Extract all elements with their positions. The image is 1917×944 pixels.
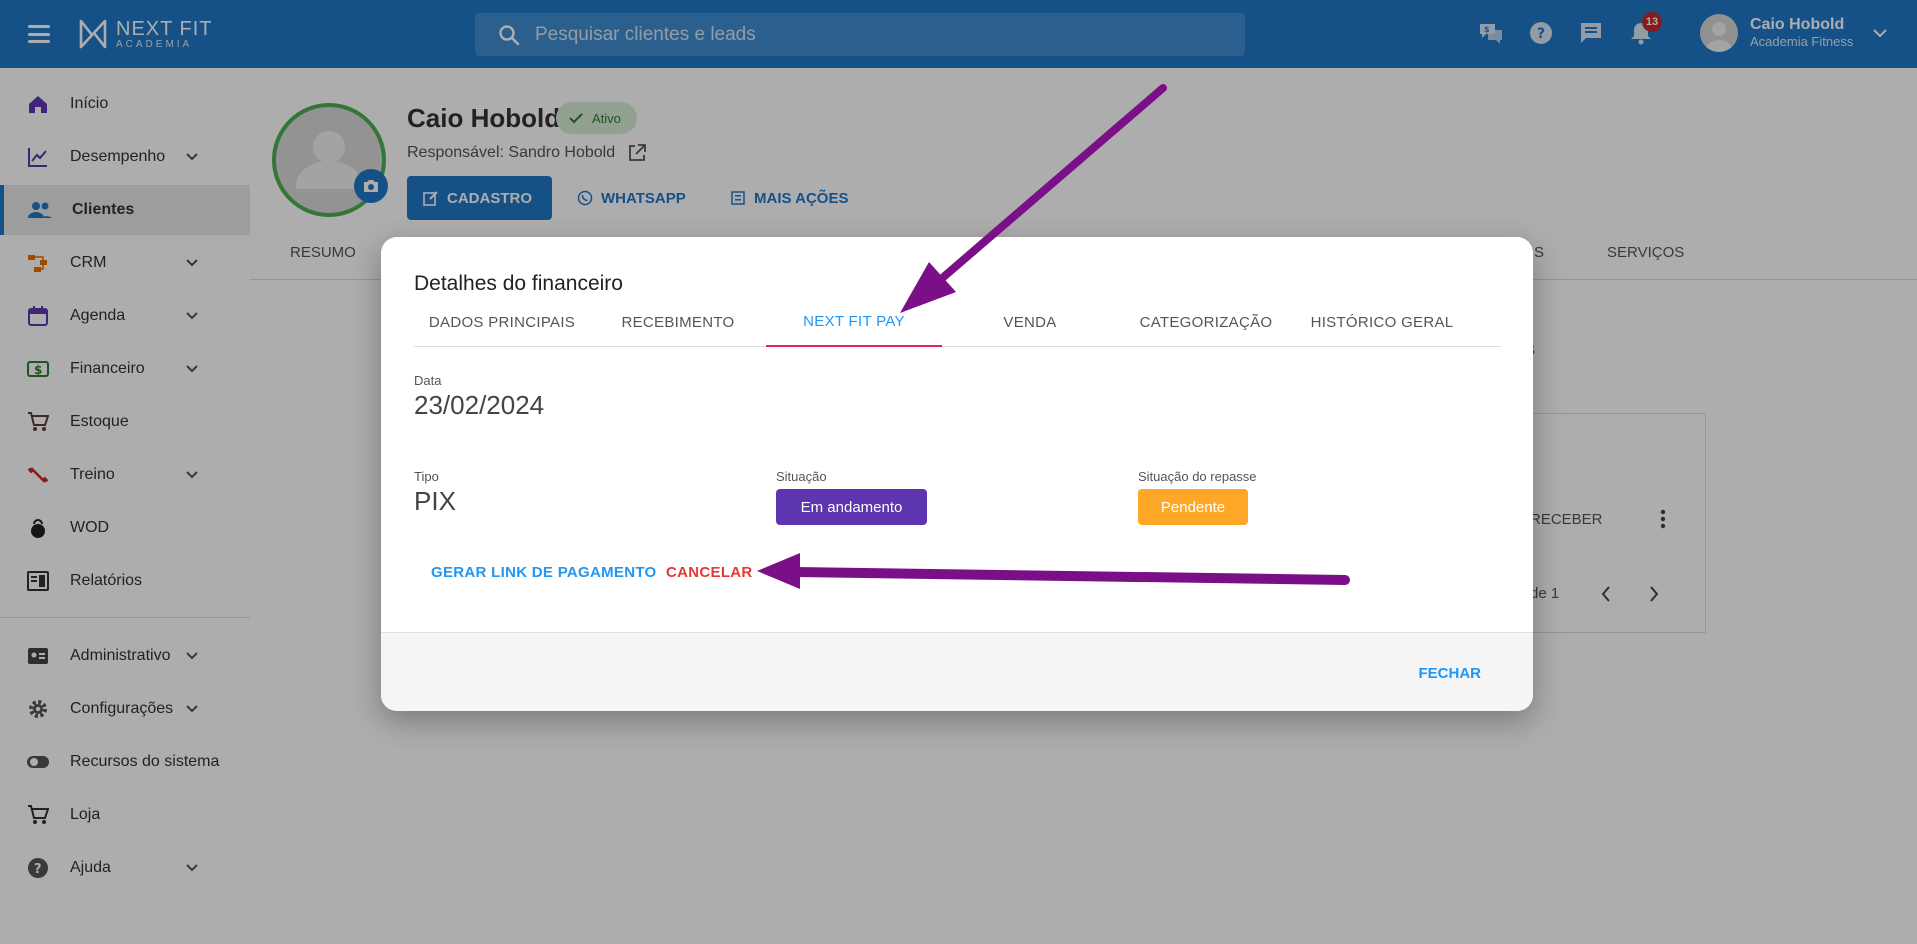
financial-details-dialog: Detalhes do financeiro DADOS PRINCIPAIS … (381, 237, 1533, 711)
tab-venda[interactable]: VENDA (942, 297, 1118, 347)
tipo-label: Tipo (414, 469, 439, 484)
tab-dados-principais[interactable]: DADOS PRINCIPAIS (414, 297, 590, 347)
cancelar-button[interactable]: CANCELAR (666, 564, 753, 581)
gerar-link-pagamento-button[interactable]: GERAR LINK DE PAGAMENTO (431, 564, 657, 581)
tipo-value: PIX (414, 486, 456, 516)
dialog-title: Detalhes do financeiro (414, 272, 623, 295)
tab-next-fit-pay[interactable]: NEXT FIT PAY (766, 297, 942, 347)
situacao-status-badge: Em andamento (776, 489, 927, 525)
dialog-footer: FECHAR (381, 632, 1533, 711)
dialog-tabs: DADOS PRINCIPAIS RECEBIMENTO NEXT FIT PA… (414, 297, 1501, 347)
tab-categorizacao[interactable]: CATEGORIZAÇÃO (1118, 297, 1294, 347)
situacao-label: Situação (776, 469, 827, 484)
repasse-status-badge: Pendente (1138, 489, 1248, 525)
tab-historico-geral[interactable]: HISTÓRICO GERAL (1294, 297, 1470, 347)
fechar-button[interactable]: FECHAR (1419, 665, 1482, 682)
repasse-label: Situação do repasse (1138, 469, 1257, 484)
tab-recebimento[interactable]: RECEBIMENTO (590, 297, 766, 347)
data-value: 23/02/2024 (414, 390, 545, 420)
data-label: Data (414, 373, 442, 388)
